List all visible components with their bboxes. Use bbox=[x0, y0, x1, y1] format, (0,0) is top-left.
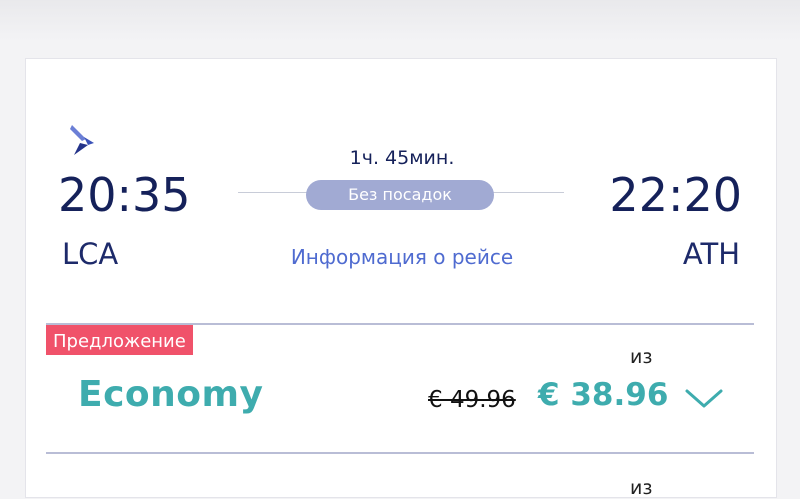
old-price: € 49.96 bbox=[428, 387, 516, 413]
new-price: € 38.96 bbox=[538, 377, 669, 413]
arrival-time: 22:20 bbox=[609, 168, 742, 222]
stops-badge: Без посадок bbox=[306, 180, 494, 210]
flight-duration: 1ч. 45мин. bbox=[349, 147, 455, 169]
offer-badge: Предложение bbox=[46, 325, 193, 355]
flight-info-link[interactable]: Информация о рейсе bbox=[26, 245, 778, 269]
flight-card[interactable]: 20:35 22:20 LCA ATH 1ч. 45мин. Без посад… bbox=[25, 58, 778, 499]
section-divider bbox=[46, 452, 754, 454]
cabin-class-name[interactable]: Economy bbox=[78, 374, 264, 415]
departure-time: 20:35 bbox=[58, 168, 191, 222]
price-from-label: из bbox=[630, 346, 653, 368]
next-fare-from-label: из bbox=[630, 477, 653, 499]
chevron-down-icon[interactable] bbox=[683, 386, 725, 412]
top-bar-shadow bbox=[0, 0, 800, 40]
